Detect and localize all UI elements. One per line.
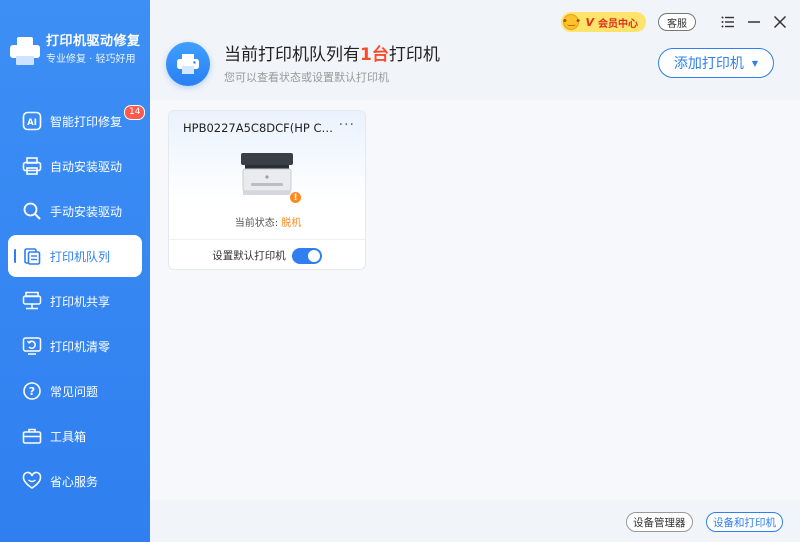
sidebar-item-printer-queue[interactable]: 打印机队列 (8, 235, 142, 277)
sidebar-item-label: 工具箱 (50, 429, 87, 444)
printer-icon (22, 156, 42, 176)
sidebar-item-manual-install[interactable]: 手动安装驱动 (8, 190, 142, 232)
page-title-suffix: 打印机 (388, 44, 440, 65)
sidebar-item-auto-install[interactable]: 自动安装驱动 (8, 145, 142, 187)
notification-badge: 14 (124, 105, 146, 120)
printer-status: 当前状态: 脱机 (169, 214, 365, 229)
footer: 设备管理器 设备和打印机 (150, 500, 800, 542)
sidebar-item-printer-reset[interactable]: 打印机清零 (8, 325, 142, 367)
sidebar-item-label: 打印机共享 (50, 294, 111, 309)
vip-label: 会员中心 (598, 18, 638, 30)
share-icon (22, 291, 42, 311)
sidebar-item-label: 打印机队列 (50, 249, 111, 264)
vip-badge-icon: V (585, 15, 594, 29)
printer-count: 1台 (360, 44, 389, 65)
printer-card[interactable]: HPB0227A5C8DCF(HP Color Laser MFP 178 17… (168, 110, 366, 270)
vip-avatar-icon: •‿• (562, 14, 581, 30)
devices-and-printers-button[interactable]: 设备和打印机 (706, 512, 783, 532)
main-panel: •‿• V 会员中心 客服 当前打印机队列有1台打印机 您可以查看状态或设置默认… (150, 0, 800, 542)
sidebar-item-faq[interactable]: ? 常见问题 (8, 370, 142, 412)
vip-center-button[interactable]: •‿• V 会员中心 (561, 12, 646, 32)
sidebar-item-label: 手动安装驱动 (50, 204, 123, 219)
sidebar-item-label: 打印机清零 (50, 339, 111, 354)
sidebar-item-printer-share[interactable]: 打印机共享 (8, 280, 142, 322)
sidebar: 打印机驱动修复 专业修复 · 轻巧好用 AI 智能打印修复 14 自动安装驱动 … (0, 0, 150, 542)
printer-name: HPB0227A5C8DCF(HP Color Laser MFP 178 17… (183, 121, 335, 135)
sidebar-item-label: 常见问题 (50, 384, 99, 399)
sidebar-item-care-service[interactable]: 省心服务 (8, 460, 142, 502)
sidebar-nav: AI 智能打印修复 14 自动安装驱动 手动安装驱动 打印机队列 打印机共享 打… (8, 100, 146, 505)
close-icon[interactable] (772, 14, 788, 30)
more-options-icon[interactable]: ··· (339, 117, 355, 133)
status-label: 当前状态: (234, 218, 282, 229)
printer-logo-icon (10, 36, 40, 65)
printer-list: HPB0227A5C8DCF(HP Color Laser MFP 178 17… (150, 100, 800, 500)
page-subtitle: 您可以查看状态或设置默认打印机 (224, 70, 389, 84)
svg-text:?: ? (29, 385, 35, 398)
sidebar-item-label: 自动安装驱动 (50, 159, 123, 174)
page-title-prefix: 当前打印机队列有 (224, 44, 360, 65)
sidebar-item-smart-repair[interactable]: AI 智能打印修复 14 (8, 100, 146, 142)
brand: 打印机驱动修复 专业修复 · 轻巧好用 (10, 34, 141, 67)
support-button[interactable]: 客服 (658, 13, 696, 31)
search-icon (22, 201, 42, 221)
page-title: 当前打印机队列有1台打印机 (224, 44, 440, 66)
brand-subtitle: 专业修复 · 轻巧好用 (46, 54, 136, 65)
title-bar: •‿• V 会员中心 客服 (561, 12, 788, 32)
default-printer-label: 设置默认打印机 (212, 250, 286, 262)
heart-icon (22, 471, 42, 491)
add-printer-label: 添加打印机 (673, 56, 744, 72)
sidebar-item-toolbox[interactable]: 工具箱 (8, 415, 142, 457)
default-printer-row: 设置默认打印机 (169, 239, 365, 269)
add-printer-button[interactable]: 添加打印机 ▼ (658, 48, 774, 78)
printer-header-icon (166, 42, 210, 86)
ai-icon: AI (22, 111, 42, 131)
sidebar-item-label: 省心服务 (50, 474, 99, 489)
queue-icon (22, 246, 42, 266)
svg-text:AI: AI (27, 118, 37, 128)
page-header: 当前打印机队列有1台打印机 您可以查看状态或设置默认打印机 (166, 42, 440, 86)
reset-icon (22, 336, 42, 356)
toolbox-icon (22, 426, 42, 446)
printer-image-icon (241, 153, 293, 195)
brand-title: 打印机驱动修复 (46, 34, 141, 49)
status-value: 脱机 (281, 218, 302, 229)
menu-icon[interactable] (720, 14, 736, 30)
question-icon: ? (22, 381, 42, 401)
sidebar-item-label: 智能打印修复 (50, 114, 123, 129)
printer-card-body: HPB0227A5C8DCF(HP Color Laser MFP 178 17… (169, 111, 365, 239)
minimize-icon[interactable] (746, 14, 762, 30)
device-manager-button[interactable]: 设备管理器 (626, 512, 693, 532)
warning-icon: ! (289, 191, 302, 204)
default-printer-toggle[interactable] (291, 247, 322, 264)
chevron-down-icon: ▼ (751, 58, 759, 68)
